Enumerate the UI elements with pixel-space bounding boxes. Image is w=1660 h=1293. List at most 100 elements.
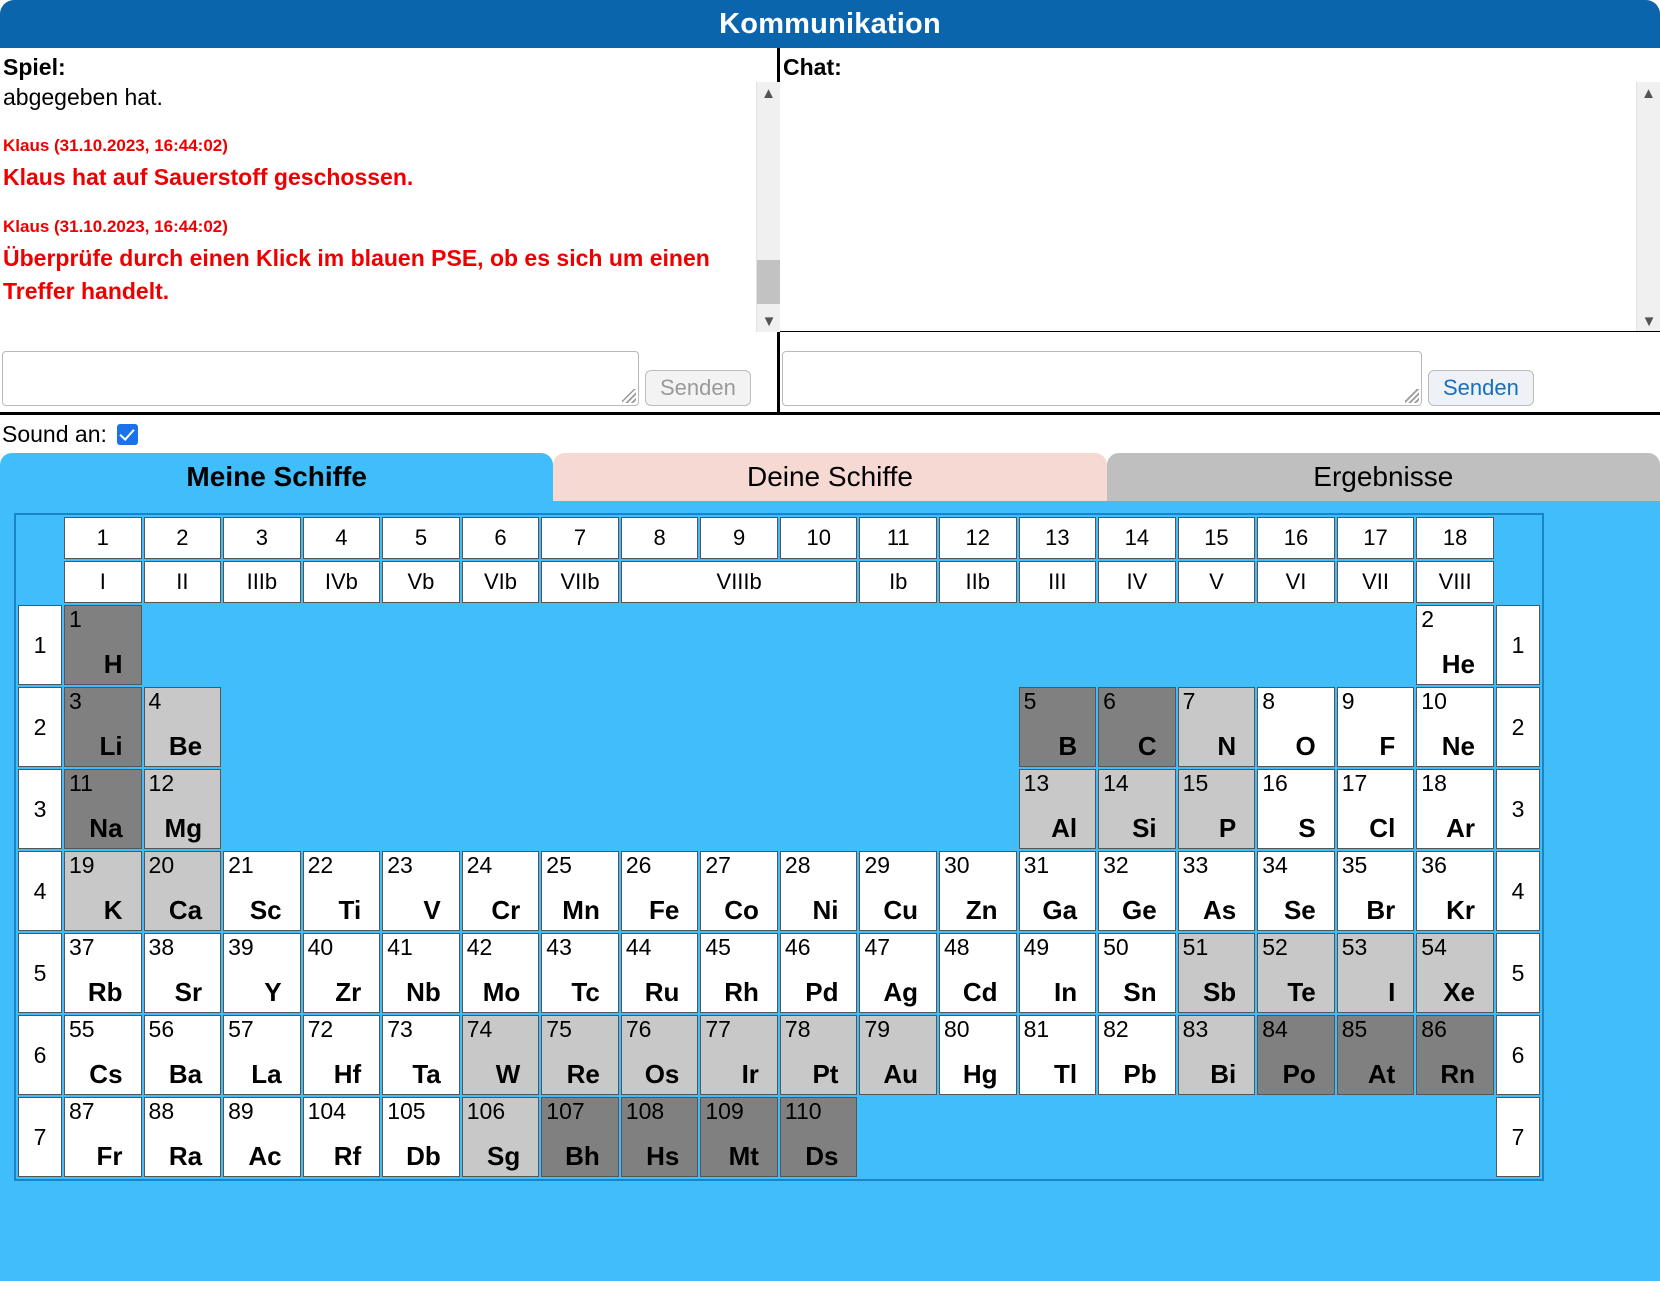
element-cell-Pd[interactable]: 46 Pd xyxy=(779,933,858,1013)
element-cell-Hs[interactable]: 108 Hs xyxy=(620,1097,699,1177)
element-cell-C[interactable]: 6C xyxy=(1098,687,1176,767)
chat-send-button[interactable]: Senden xyxy=(1428,370,1534,406)
element-cell-La[interactable]: 57 La xyxy=(223,1015,301,1095)
scrollbar-thumb[interactable] xyxy=(757,260,780,305)
element-cell-Te[interactable]: 52 Te xyxy=(1257,933,1335,1013)
game-send-button[interactable]: Senden xyxy=(645,370,751,406)
tab-meine-schiffe[interactable]: Meine Schiffe xyxy=(0,453,554,501)
element-cell-Fe[interactable]: 26 Fe xyxy=(620,851,699,931)
element-cell-K[interactable]: 19 K xyxy=(64,851,142,931)
element-cell-Hg[interactable]: 80 Hg xyxy=(939,1015,1017,1095)
element-cell-Po[interactable]: 84 Po xyxy=(1257,1015,1335,1095)
element-cell-Li[interactable]: 3 Li xyxy=(64,687,142,767)
element-cell-Bi[interactable]: 83 Bi xyxy=(1177,1015,1256,1095)
element-cell-Zn[interactable]: 30 Zn xyxy=(939,851,1017,931)
element-cell-Br[interactable]: 35 Br xyxy=(1336,851,1415,931)
element-cell-W[interactable]: 74 W xyxy=(461,1015,540,1095)
element-cell-Fr[interactable]: 87 Fr xyxy=(64,1097,142,1177)
element-cell-Tl[interactable]: 81 Tl xyxy=(1018,1015,1097,1095)
element-cell-Cs[interactable]: 55 Cs xyxy=(64,1015,142,1095)
scroll-up-arrow-icon[interactable]: ▲ xyxy=(757,82,780,104)
element-cell-Ga[interactable]: 31 Ga xyxy=(1018,851,1097,931)
period-label-left-4: 4 xyxy=(18,851,62,931)
element-cell-Ag[interactable]: 47 Ag xyxy=(859,933,938,1013)
element-cell-V[interactable]: 23 V xyxy=(382,851,460,931)
element-cell-Sg[interactable]: 106 Sg xyxy=(461,1097,540,1177)
element-cell-Ta[interactable]: 73 Ta xyxy=(382,1015,460,1095)
element-cell-Mg[interactable]: 12 Mg xyxy=(143,769,222,849)
element-cell-As[interactable]: 33 As xyxy=(1177,851,1256,931)
chat-message-input[interactable] xyxy=(782,351,1422,406)
element-cell-Sb[interactable]: 51 Sb xyxy=(1177,933,1256,1013)
chat-scrollbar[interactable]: ▲ ▼ xyxy=(1636,82,1660,332)
element-cell-Kr[interactable]: 36 Kr xyxy=(1416,851,1494,931)
element-cell-Ni[interactable]: 28 Ni xyxy=(779,851,858,931)
element-cell-Hf[interactable]: 72 Hf xyxy=(302,1015,381,1095)
element-cell-I[interactable]: 53 I xyxy=(1336,933,1415,1013)
element-cell-Be[interactable]: 4 Be xyxy=(143,687,222,767)
element-cell-Sr[interactable]: 38 Sr xyxy=(143,933,222,1013)
element-cell-Ba[interactable]: 56 Ba xyxy=(143,1015,222,1095)
element-cell-Sn[interactable]: 50 Sn xyxy=(1098,933,1176,1013)
tab-ergebnisse[interactable]: Ergebnisse xyxy=(1106,453,1660,501)
element-cell-Cl[interactable]: 17 Cl xyxy=(1336,769,1415,849)
element-cell-Rh[interactable]: 45 Rh xyxy=(700,933,778,1013)
element-cell-S[interactable]: 16 S xyxy=(1257,769,1335,849)
element-cell-Zr[interactable]: 40 Zr xyxy=(302,933,381,1013)
element-cell-Y[interactable]: 39 Y xyxy=(223,933,301,1013)
chat-log-scroll-area[interactable]: ▲ ▼ xyxy=(780,82,1660,333)
element-cell-Ru[interactable]: 44 Ru xyxy=(620,933,699,1013)
game-log-scrollbar[interactable]: ▲ ▼ xyxy=(756,82,780,333)
element-cell-N[interactable]: 7N xyxy=(1177,687,1256,767)
element-cell-Ge[interactable]: 32 Ge xyxy=(1098,851,1176,931)
element-cell-He[interactable]: 2 He xyxy=(1416,605,1494,685)
element-cell-Ra[interactable]: 88 Ra xyxy=(143,1097,222,1177)
element-cell-Nb[interactable]: 41 Nb xyxy=(382,933,460,1013)
element-cell-O[interactable]: 8O xyxy=(1257,687,1335,767)
element-cell-F[interactable]: 9F xyxy=(1336,687,1415,767)
element-cell-Rb[interactable]: 37 Rb xyxy=(64,933,142,1013)
scroll-down-arrow-icon[interactable]: ▼ xyxy=(757,310,780,332)
element-cell-Al[interactable]: 13 Al xyxy=(1018,769,1097,849)
chat-scroll-down-arrow-icon[interactable]: ▼ xyxy=(1637,310,1660,331)
element-cell-Os[interactable]: 76 Os xyxy=(620,1015,699,1095)
sound-checkbox[interactable] xyxy=(116,423,138,445)
element-cell-Xe[interactable]: 54 Xe xyxy=(1416,933,1494,1013)
element-cell-Na[interactable]: 11 Na xyxy=(64,769,142,849)
element-cell-Pb[interactable]: 82 Pb xyxy=(1098,1015,1176,1095)
element-cell-Au[interactable]: 79 Au xyxy=(859,1015,938,1095)
element-cell-Ir[interactable]: 77 Ir xyxy=(700,1015,778,1095)
tab-deine-schiffe[interactable]: Deine Schiffe xyxy=(553,453,1107,501)
element-cell-P[interactable]: 15 P xyxy=(1177,769,1256,849)
element-cell-Si[interactable]: 14 Si xyxy=(1098,769,1176,849)
element-cell-Ac[interactable]: 89 Ac xyxy=(223,1097,301,1177)
game-message-input[interactable] xyxy=(2,351,639,406)
element-cell-Re[interactable]: 75 Re xyxy=(541,1015,619,1095)
element-cell-Ar[interactable]: 18 Ar xyxy=(1416,769,1494,849)
element-cell-Bh[interactable]: 107 Bh xyxy=(541,1097,619,1177)
element-cell-Ne[interactable]: 10 Ne xyxy=(1416,687,1494,767)
element-cell-Cr[interactable]: 24 Cr xyxy=(461,851,540,931)
element-cell-Ti[interactable]: 22 Ti xyxy=(302,851,381,931)
element-cell-Cu[interactable]: 29 Cu xyxy=(859,851,938,931)
element-cell-H[interactable]: 1H xyxy=(64,605,142,685)
element-cell-Ds[interactable]: 110 Ds xyxy=(779,1097,858,1177)
element-cell-Rn[interactable]: 86 Rn xyxy=(1416,1015,1494,1095)
element-cell-Ca[interactable]: 20 Ca xyxy=(143,851,222,931)
element-cell-Sc[interactable]: 21 Sc xyxy=(223,851,301,931)
element-cell-Rf[interactable]: 104 Rf xyxy=(302,1097,381,1177)
chat-scroll-up-arrow-icon[interactable]: ▲ xyxy=(1637,82,1660,104)
element-cell-Se[interactable]: 34 Se xyxy=(1257,851,1335,931)
element-cell-Mo[interactable]: 42 Mo xyxy=(461,933,540,1013)
element-cell-In[interactable]: 49 In xyxy=(1018,933,1097,1013)
element-cell-Cd[interactable]: 48 Cd xyxy=(939,933,1017,1013)
element-cell-Pt[interactable]: 78 Pt xyxy=(779,1015,858,1095)
element-cell-At[interactable]: 85 At xyxy=(1336,1015,1415,1095)
game-log-scroll-area[interactable]: abgegeben hat. Klaus (31.10.2023, 16:44:0… xyxy=(0,82,780,333)
element-cell-Db[interactable]: 105 Db xyxy=(382,1097,460,1177)
element-cell-Tc[interactable]: 43 Tc xyxy=(541,933,619,1013)
element-cell-Mt[interactable]: 109 Mt xyxy=(700,1097,778,1177)
element-cell-Co[interactable]: 27 Co xyxy=(700,851,778,931)
element-cell-B[interactable]: 5B xyxy=(1018,687,1097,767)
element-cell-Mn[interactable]: 25 Mn xyxy=(541,851,619,931)
